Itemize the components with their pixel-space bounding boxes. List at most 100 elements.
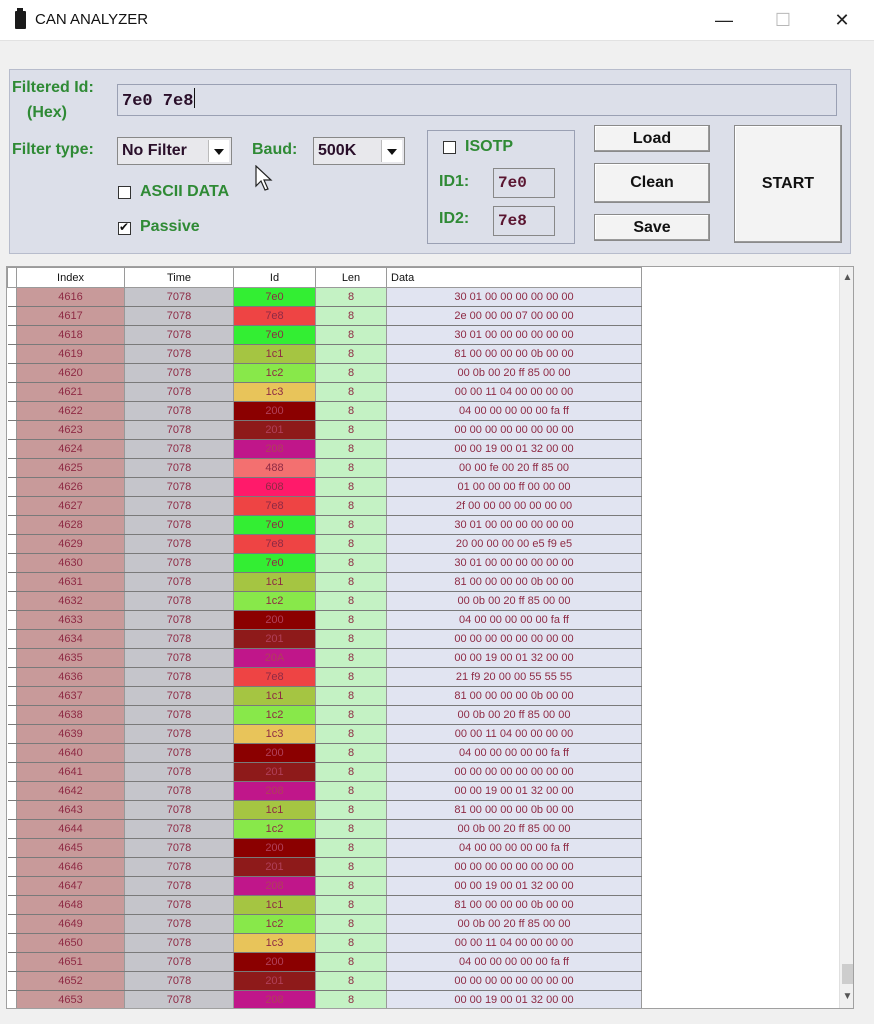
- len-cell[interactable]: 8: [315, 648, 387, 668]
- table-row[interactable]: 4642 7078 208 8 00 00 19 00 01 32 00 00: [7, 781, 642, 801]
- data-cell[interactable]: 01 00 00 00 ff 00 00 00: [386, 477, 642, 497]
- id-cell[interactable]: 1c2: [233, 363, 316, 383]
- id-cell[interactable]: 7e8: [233, 534, 316, 554]
- time-cell[interactable]: 7078: [124, 781, 234, 801]
- len-cell[interactable]: 8: [315, 363, 387, 383]
- row-header-cell[interactable]: [7, 515, 17, 535]
- row-header-cell[interactable]: [7, 553, 17, 573]
- len-cell[interactable]: 8: [315, 496, 387, 516]
- table-row[interactable]: 4629 7078 7e8 8 20 00 00 00 00 e5 f9 e5: [7, 534, 642, 554]
- row-header-cell[interactable]: [7, 572, 17, 592]
- id-cell[interactable]: 7e0: [233, 515, 316, 535]
- time-cell[interactable]: 7078: [124, 800, 234, 820]
- row-header-cell[interactable]: [7, 819, 17, 839]
- row-header-cell[interactable]: [7, 648, 17, 668]
- time-cell[interactable]: 7078: [124, 420, 234, 440]
- id-cell[interactable]: 20A: [233, 648, 316, 668]
- row-header-cell[interactable]: [7, 667, 17, 687]
- data-cell[interactable]: 81 00 00 00 00 0b 00 00: [386, 572, 642, 592]
- row-header-cell[interactable]: [7, 534, 17, 554]
- table-row[interactable]: 4636 7078 7e8 8 21 f9 20 00 00 55 55 55: [7, 667, 642, 687]
- table-row[interactable]: 4619 7078 1c1 8 81 00 00 00 00 0b 00 00: [7, 344, 642, 364]
- row-header-cell[interactable]: [7, 857, 17, 877]
- id-cell[interactable]: 1c1: [233, 800, 316, 820]
- row-header-cell[interactable]: [7, 705, 17, 725]
- row-header-cell[interactable]: [7, 743, 17, 763]
- maximize-button[interactable]: ☐: [763, 6, 803, 34]
- index-cell[interactable]: 4616: [16, 287, 125, 307]
- filter-type-select[interactable]: No Filter: [117, 137, 232, 165]
- data-cell[interactable]: 00 0b 00 20 ff 85 00 00: [386, 819, 642, 839]
- index-cell[interactable]: 4626: [16, 477, 125, 497]
- row-header-cell[interactable]: [7, 838, 17, 858]
- index-cell[interactable]: 4653: [16, 990, 125, 1008]
- row-header-cell[interactable]: [7, 686, 17, 706]
- id-cell[interactable]: 208: [233, 990, 316, 1008]
- table-row[interactable]: 4647 7078 208 8 00 00 19 00 01 32 00 00: [7, 876, 642, 896]
- time-cell[interactable]: 7078: [124, 344, 234, 364]
- data-cell[interactable]: 00 00 19 00 01 32 00 00: [386, 439, 642, 459]
- data-cell[interactable]: 04 00 00 00 00 00 fa ff: [386, 838, 642, 858]
- index-cell[interactable]: 4641: [16, 762, 125, 782]
- data-cell[interactable]: 30 01 00 00 00 00 00 00: [386, 325, 642, 345]
- time-cell[interactable]: 7078: [124, 895, 234, 915]
- index-cell[interactable]: 4642: [16, 781, 125, 801]
- id-cell[interactable]: 208: [233, 781, 316, 801]
- index-cell[interactable]: 4632: [16, 591, 125, 611]
- len-cell[interactable]: 8: [315, 895, 387, 915]
- table-row[interactable]: 4652 7078 201 8 00 00 00 00 00 00 00 00: [7, 971, 642, 991]
- table-row[interactable]: 4646 7078 201 8 00 00 00 00 00 00 00 00: [7, 857, 642, 877]
- index-cell[interactable]: 4648: [16, 895, 125, 915]
- index-cell[interactable]: 4635: [16, 648, 125, 668]
- time-cell[interactable]: 7078: [124, 857, 234, 877]
- id-cell[interactable]: 1c2: [233, 705, 316, 725]
- column-header-id[interactable]: Id: [233, 267, 316, 288]
- time-cell[interactable]: 7078: [124, 325, 234, 345]
- table-row[interactable]: 4618 7078 7e0 8 30 01 00 00 00 00 00 00: [7, 325, 642, 345]
- time-cell[interactable]: 7078: [124, 952, 234, 972]
- scrollbar-thumb[interactable]: [842, 964, 853, 984]
- time-cell[interactable]: 7078: [124, 610, 234, 630]
- chevron-down-icon[interactable]: ▼: [840, 988, 853, 1006]
- column-header-data[interactable]: Data: [386, 267, 642, 288]
- time-cell[interactable]: 7078: [124, 401, 234, 421]
- table-row[interactable]: 4627 7078 7e8 8 2f 00 00 00 00 00 00 00: [7, 496, 642, 516]
- table-row[interactable]: 4638 7078 1c2 8 00 0b 00 20 ff 85 00 00: [7, 705, 642, 725]
- data-cell[interactable]: 81 00 00 00 00 0b 00 00: [386, 895, 642, 915]
- data-cell[interactable]: 00 00 11 04 00 00 00 00: [386, 724, 642, 744]
- table-row[interactable]: 4650 7078 1c3 8 00 00 11 04 00 00 00 00: [7, 933, 642, 953]
- len-cell[interactable]: 8: [315, 591, 387, 611]
- len-cell[interactable]: 8: [315, 401, 387, 421]
- len-cell[interactable]: 8: [315, 724, 387, 744]
- start-button[interactable]: START: [734, 125, 842, 243]
- id-cell[interactable]: 201: [233, 971, 316, 991]
- id-cell[interactable]: 608: [233, 477, 316, 497]
- len-cell[interactable]: 8: [315, 914, 387, 934]
- table-row[interactable]: 4633 7078 200 8 04 00 00 00 00 00 fa ff: [7, 610, 642, 630]
- vertical-scrollbar[interactable]: ▲ ▼: [839, 267, 853, 1008]
- index-cell[interactable]: 4634: [16, 629, 125, 649]
- data-cell[interactable]: 30 01 00 00 00 00 00 00: [386, 553, 642, 573]
- id-cell[interactable]: 1c1: [233, 572, 316, 592]
- time-cell[interactable]: 7078: [124, 534, 234, 554]
- index-cell[interactable]: 4646: [16, 857, 125, 877]
- id-cell[interactable]: 1c3: [233, 933, 316, 953]
- time-cell[interactable]: 7078: [124, 363, 234, 383]
- len-cell[interactable]: 8: [315, 477, 387, 497]
- time-cell[interactable]: 7078: [124, 496, 234, 516]
- table-row[interactable]: 4617 7078 7e8 8 2e 00 00 00 07 00 00 00: [7, 306, 642, 326]
- row-header-cell[interactable]: [7, 591, 17, 611]
- time-cell[interactable]: 7078: [124, 686, 234, 706]
- len-cell[interactable]: 8: [315, 439, 387, 459]
- id-cell[interactable]: 1c2: [233, 914, 316, 934]
- table-row[interactable]: 4620 7078 1c2 8 00 0b 00 20 ff 85 00 00: [7, 363, 642, 383]
- index-cell[interactable]: 4629: [16, 534, 125, 554]
- chevron-down-icon[interactable]: [381, 140, 402, 162]
- isotp-checkbox[interactable]: [443, 141, 456, 154]
- column-header-time[interactable]: Time: [124, 267, 234, 288]
- row-header-cell[interactable]: [7, 914, 17, 934]
- data-cell[interactable]: 2e 00 00 00 07 00 00 00: [386, 306, 642, 326]
- time-cell[interactable]: 7078: [124, 287, 234, 307]
- len-cell[interactable]: 8: [315, 876, 387, 896]
- index-cell[interactable]: 4620: [16, 363, 125, 383]
